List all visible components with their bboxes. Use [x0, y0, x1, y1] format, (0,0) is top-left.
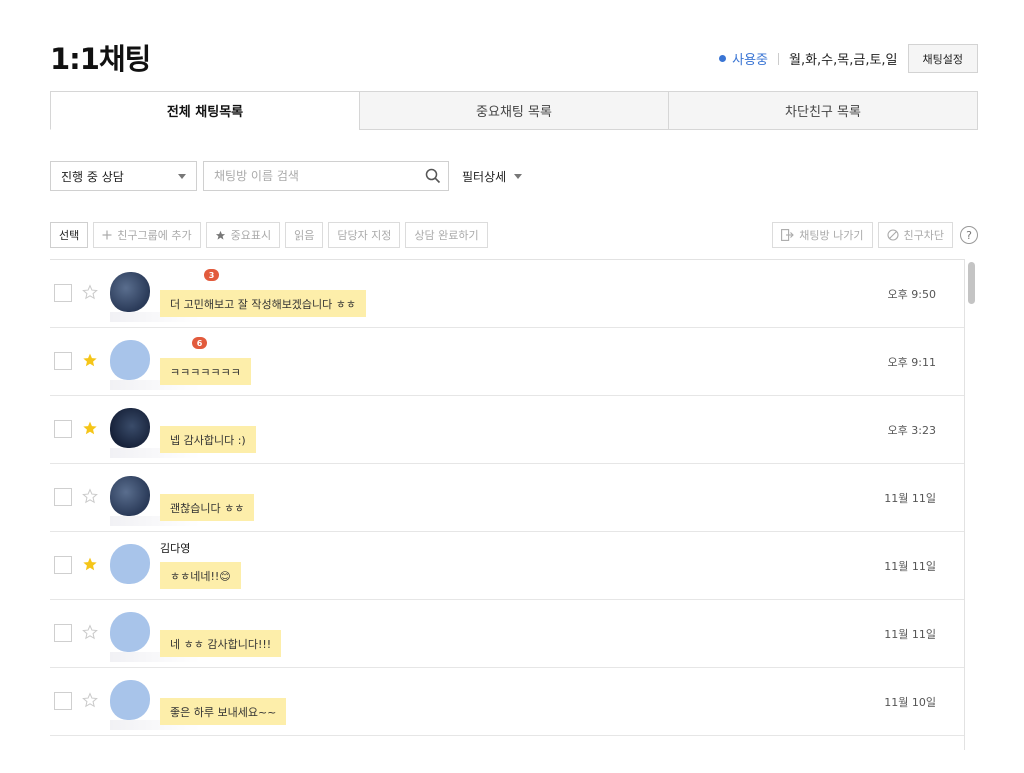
chat-name: 김다영: [160, 542, 191, 555]
chat-list: 3 더 고민해보고 잘 작성해보겠습니다 ㅎㅎ 오후 9:50 6 ㅋㅋㅋㅋㅋㅋ…: [50, 259, 964, 773]
message-time: 11월 11일: [884, 560, 936, 573]
chevron-down-icon: [514, 173, 523, 179]
chat-secondary-toolbar: 채팅방 나가기 친구차단 ?: [772, 222, 978, 248]
last-message[interactable]: 네 ㅎㅎ 감사합니다!!!: [160, 630, 282, 657]
chat-row[interactable]: 괜찮습니다 ㅎㅎ 11월 11일: [50, 464, 964, 532]
star-icon[interactable]: [82, 556, 100, 574]
avatar: [110, 340, 150, 380]
last-message[interactable]: 더 고민해보고 잘 작성해보겠습니다 ㅎㅎ: [160, 290, 367, 317]
leave-chat-button[interactable]: 채팅방 나가기: [772, 222, 873, 248]
star-icon[interactable]: [82, 624, 100, 642]
mark-important-label: 중요표시: [230, 229, 272, 242]
status-dot-icon: [719, 55, 727, 62]
chat-row[interactable]: 6 ㅋㅋㅋㅋㅋㅋㅋ 오후 9:11: [50, 328, 964, 396]
chat-row[interactable]: 김다영 ㅎㅎ네네!!😊 11월 11일: [50, 532, 964, 600]
row-checkbox[interactable]: [54, 420, 72, 438]
tab-blocked-friends[interactable]: 차단친구 목록: [668, 91, 978, 130]
row-checkbox[interactable]: [54, 692, 72, 710]
row-checkbox[interactable]: [54, 556, 72, 574]
mark-read-button[interactable]: 읽음: [285, 222, 324, 248]
last-message[interactable]: ㅋㅋㅋㅋㅋㅋㅋ: [160, 358, 251, 385]
assign-manager-button[interactable]: 담당자 지정: [328, 222, 401, 248]
plus-icon: [102, 230, 112, 240]
select-button[interactable]: 선택: [50, 222, 89, 248]
filter-detail-toggle[interactable]: 필터상세: [462, 161, 523, 191]
tab-important-chats[interactable]: 중요채팅 목록: [359, 91, 669, 130]
search-icon[interactable]: [418, 162, 448, 190]
chat-list-scrollbar[interactable]: [964, 259, 978, 750]
scrollbar-thumb[interactable]: [968, 262, 975, 304]
consult-status-value: 진행 중 상담: [61, 169, 124, 184]
star-icon[interactable]: [82, 352, 100, 370]
star-icon[interactable]: [82, 420, 100, 438]
unread-badge: 3: [204, 269, 219, 281]
row-checkbox[interactable]: [54, 624, 72, 642]
block-friend-label: 친구차단: [903, 229, 944, 242]
avatar: [110, 272, 150, 312]
avatar: [110, 544, 150, 584]
block-icon: [886, 229, 899, 241]
exit-icon: [781, 229, 795, 241]
chat-list-tabs: 전체 채팅목록 중요채팅 목록 차단친구 목록: [50, 91, 978, 130]
star-icon[interactable]: [82, 488, 100, 506]
row-checkbox[interactable]: [54, 284, 72, 302]
avatar: [110, 612, 150, 652]
avatar: [110, 476, 150, 516]
message-time: 오후 9:50: [887, 288, 936, 301]
avatar: [110, 680, 150, 720]
last-message[interactable]: 괜찮습니다 ㅎㅎ: [160, 494, 255, 521]
filter-detail-label: 필터상세: [462, 169, 507, 184]
add-to-friend-group-label: 친구그룹에 추가: [117, 229, 192, 242]
divider: [778, 52, 779, 65]
chat-actions-toolbar: 선택 친구그룹에 추가 중요표시 읽음 담당자 지정 상담 완료하기: [50, 222, 493, 248]
status-area: 사용중 월,화,수,목,금,토,일 채팅설정: [719, 44, 978, 73]
star-icon: [215, 230, 226, 241]
message-time: 오후 3:23: [887, 424, 936, 437]
message-time: 11월 10일: [884, 696, 936, 709]
status-label: 사용중: [732, 53, 768, 68]
chat-settings-button[interactable]: 채팅설정: [907, 44, 978, 73]
block-friend-button[interactable]: 친구차단: [877, 222, 953, 248]
last-message[interactable]: ㅎㅎ네네!!😊: [160, 562, 241, 589]
leave-chat-label: 채팅방 나가기: [799, 229, 864, 242]
chat-row[interactable]: 네 ㅎㅎ 감사합니다!!! 11월 11일: [50, 600, 964, 668]
message-time: 오후 9:11: [887, 356, 936, 369]
chat-search-input[interactable]: [204, 162, 418, 190]
chat-row[interactable]: 넵 감사합니다 :) 오후 3:23: [50, 396, 964, 464]
last-message[interactable]: 좋은 하루 보내세요~~: [160, 698, 287, 725]
star-icon[interactable]: [82, 284, 100, 302]
message-time: 11월 11일: [884, 628, 936, 641]
complete-consultation-button[interactable]: 상담 완료하기: [405, 222, 488, 248]
chevron-down-icon: [178, 173, 186, 179]
last-message[interactable]: 넵 감사합니다 :): [160, 426, 256, 453]
mark-important-button[interactable]: 중요표시: [205, 222, 281, 248]
chat-row[interactable]: 3 더 고민해보고 잘 작성해보겠습니다 ㅎㅎ 오후 9:50: [50, 260, 964, 328]
chat-row[interactable]: 좋은 하루 보내세요~~ 11월 10일: [50, 668, 964, 736]
row-checkbox[interactable]: [54, 488, 72, 506]
chat-search-box: [203, 161, 449, 191]
avatar: [110, 408, 150, 448]
consult-status-select[interactable]: 진행 중 상담: [50, 161, 197, 191]
add-to-friend-group-button[interactable]: 친구그룹에 추가: [93, 222, 201, 248]
star-icon[interactable]: [82, 692, 100, 710]
page-title: 1:1채팅: [50, 42, 151, 76]
message-time: 11월 11일: [884, 492, 936, 505]
operating-days: 월,화,수,목,금,토,일: [789, 53, 898, 68]
tab-all-chats[interactable]: 전체 채팅목록: [50, 91, 360, 130]
help-icon[interactable]: ?: [960, 226, 978, 244]
unread-badge: 6: [192, 337, 207, 349]
row-checkbox[interactable]: [54, 352, 72, 370]
